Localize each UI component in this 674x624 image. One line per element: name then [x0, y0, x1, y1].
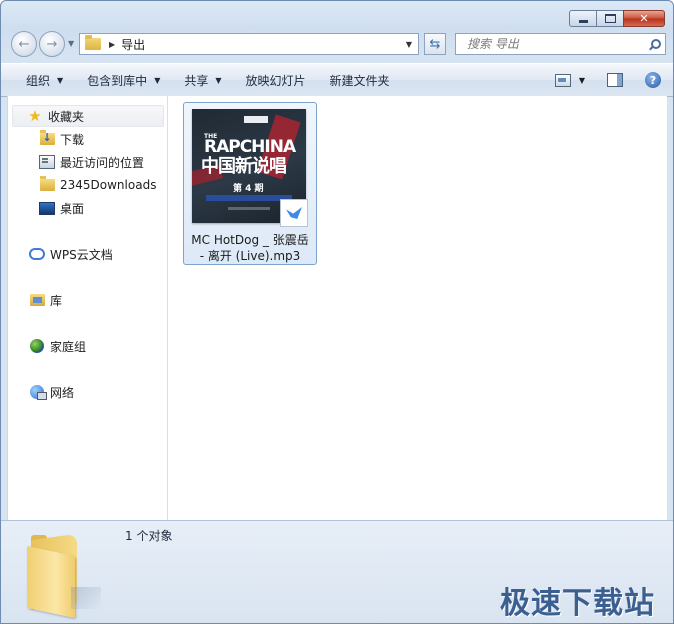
chevron-down-icon: ▼	[154, 75, 161, 85]
slideshow-label: 放映幻灯片	[245, 73, 306, 88]
sidebar-item-label: 下载	[60, 132, 85, 147]
sidebar-item-label: 家庭组	[50, 339, 87, 354]
cloud-icon	[29, 246, 45, 262]
thumbnail-episode: 第 4 期	[233, 184, 264, 194]
sidebar-item-label: 库	[50, 293, 63, 308]
command-bar: 组织 ▼ 包含到库中 ▼ 共享 ▼ 放映幻灯片 新建文件夹 ▼ ?	[1, 63, 673, 97]
new-folder-label: 新建文件夹	[329, 73, 390, 88]
player-app-badge	[280, 199, 308, 227]
search-box[interactable]	[455, 33, 666, 55]
include-in-library-menu[interactable]: 包含到库中 ▼	[79, 69, 168, 91]
explorer-window: ✕ ← → ▼ ▶ 导出 ▼ ⇆ 组织 ▼ 包含到库中 ▼ 共享 ▼ 放映幻灯片 新建…	[0, 0, 674, 624]
maximize-button[interactable]	[596, 10, 623, 27]
watermark: 极速下载站	[500, 586, 655, 621]
sidebar-item-downloads[interactable]: 下载	[39, 129, 84, 149]
chevron-down-icon: ▼	[578, 75, 585, 85]
search-icon[interactable]	[649, 39, 661, 49]
downloads-folder-icon	[39, 130, 55, 147]
folder-icon	[85, 35, 101, 50]
sidebar-item-2345downloads[interactable]: 2345Downloads	[39, 175, 156, 195]
breadcrumb-separator-icon[interactable]: ▶	[109, 40, 115, 49]
homegroup-icon	[29, 338, 45, 354]
search-input[interactable]	[465, 36, 639, 52]
preview-pane-button[interactable]	[607, 73, 623, 87]
minimize-icon	[578, 19, 588, 23]
back-arrow-icon: ←	[18, 36, 30, 52]
sidebar-item-desktop[interactable]: 桌面	[39, 198, 84, 218]
refresh-button[interactable]: ⇆	[424, 33, 446, 55]
file-name: MC HotDog _ 张震岳 - 离开 (Live).mp3	[186, 232, 314, 264]
organize-menu[interactable]: 组织 ▼	[18, 69, 71, 91]
item-count: 1 个对象	[125, 529, 173, 543]
sidebar-item-label: 最近访问的位置	[60, 155, 145, 170]
sidebar-item-network[interactable]: 网络	[29, 382, 74, 402]
address-dropdown-icon[interactable]: ▼	[406, 40, 412, 49]
thumbnail-subtitle: 中国新说唱	[201, 156, 287, 177]
back-button[interactable]: ←	[11, 31, 37, 57]
view-options-icon	[554, 73, 571, 87]
chevron-down-icon: ▼	[215, 75, 222, 85]
navigation-pane: ★ 收藏夹 下载 最近访问的位置 2345Downloads 桌面 WP	[8, 96, 168, 520]
content-area: ★ 收藏夹 下载 最近访问的位置 2345Downloads 桌面 WP	[7, 96, 667, 520]
file-name-line: MC HotDog _ 张震岳	[191, 233, 309, 247]
star-icon: ★	[28, 107, 42, 125]
close-button[interactable]: ✕	[623, 10, 665, 27]
sidebar-item-wps-cloud[interactable]: WPS云文档	[29, 244, 113, 264]
help-button[interactable]: ?	[645, 72, 661, 88]
folder-icon	[39, 176, 55, 193]
address-bar[interactable]: ▶ 导出 ▼	[79, 33, 419, 55]
minimize-button[interactable]	[569, 10, 596, 27]
recent-pages-dropdown-icon[interactable]: ▼	[68, 39, 74, 48]
sidebar-item-libraries[interactable]: 库	[29, 290, 62, 310]
close-icon: ✕	[639, 12, 649, 25]
sidebar-item-label: 2345Downloads	[60, 178, 157, 192]
thumbnail-footer	[228, 207, 270, 210]
maximize-icon	[604, 14, 616, 23]
chevron-down-icon: ▼	[57, 75, 64, 85]
refresh-icon: ⇆	[429, 36, 441, 52]
thumbnail-title: RAPCHINA	[204, 137, 296, 157]
new-folder-button[interactable]: 新建文件夹	[322, 69, 398, 91]
breadcrumb-current[interactable]: 导出	[121, 36, 145, 53]
file-list: THE RAPCHINA 中国新说唱 第 4 期 MC HotDog _ 张震岳…	[168, 96, 667, 520]
file-name-line: - 离开 (Live).mp3	[199, 249, 301, 263]
thumbnail-logo	[244, 116, 268, 123]
forward-button[interactable]: →	[39, 31, 65, 57]
command-bar-right: ▼ ?	[539, 72, 661, 88]
help-icon: ?	[645, 72, 661, 88]
file-item-mp3[interactable]: THE RAPCHINA 中国新说唱 第 4 期 MC HotDog _ 张震岳…	[183, 102, 317, 265]
organize-label: 组织	[26, 73, 51, 88]
sidebar-item-label: 桌面	[60, 201, 85, 216]
sidebar-item-label: 收藏夹	[48, 109, 85, 124]
navigation-bar: ← → ▼ ▶ 导出 ▼ ⇆	[11, 31, 666, 59]
forward-arrow-icon: →	[46, 36, 58, 52]
share-label: 共享	[184, 73, 209, 88]
caption-buttons: ✕	[569, 10, 665, 27]
share-menu[interactable]: 共享 ▼	[176, 69, 229, 91]
library-icon	[29, 292, 45, 308]
network-icon	[29, 384, 47, 400]
include-in-library-label: 包含到库中	[87, 73, 148, 88]
sidebar-item-label: 网络	[50, 385, 75, 400]
recent-places-icon	[39, 154, 55, 170]
slideshow-button[interactable]: 放映幻灯片	[238, 69, 314, 91]
sidebar-item-favorites[interactable]: ★ 收藏夹	[12, 105, 164, 127]
sidebar-item-label: WPS云文档	[50, 247, 113, 262]
desktop-icon	[39, 200, 55, 216]
details-pane: 1 个对象 极速下载站	[1, 520, 673, 623]
sidebar-item-recent-places[interactable]: 最近访问的位置	[39, 152, 144, 172]
sidebar-item-homegroup[interactable]: 家庭组	[29, 336, 86, 356]
folder-icon	[23, 533, 101, 619]
view-options-button[interactable]: ▼	[554, 73, 585, 87]
bird-icon	[286, 207, 302, 219]
preview-pane-icon	[607, 73, 623, 87]
